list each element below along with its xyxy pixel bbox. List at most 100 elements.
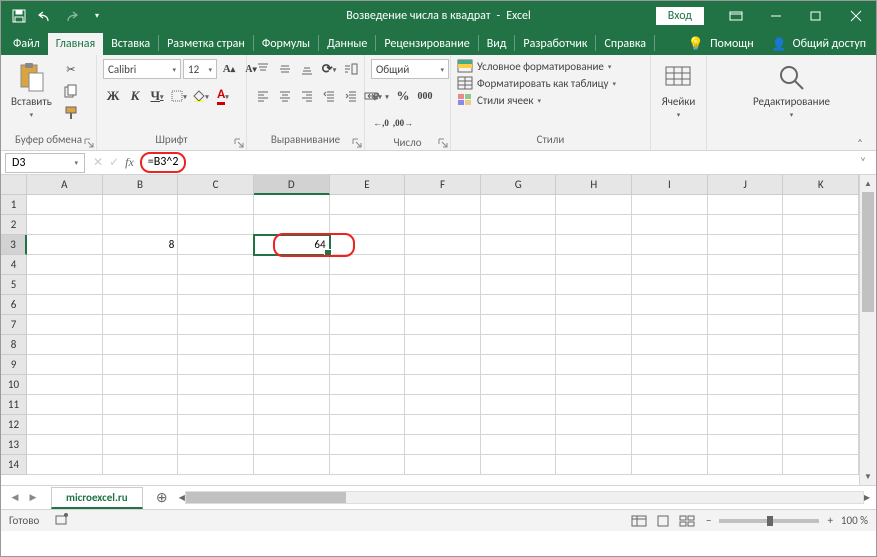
copy-icon[interactable] xyxy=(60,81,82,101)
cell-D3[interactable]: 64 xyxy=(254,235,330,255)
cell-E6[interactable] xyxy=(330,295,406,315)
decrease-decimal-icon[interactable]: ,00→ xyxy=(393,113,413,133)
align-right-icon[interactable] xyxy=(297,86,317,106)
qat-customize-icon[interactable]: ▾ xyxy=(85,4,109,28)
tab-data[interactable]: Данные xyxy=(319,33,375,55)
row-header[interactable]: 9 xyxy=(1,355,27,375)
tab-formulas[interactable]: Формулы xyxy=(254,33,318,55)
tell-me[interactable]: Помощн xyxy=(708,33,756,55)
cell-H9[interactable] xyxy=(556,355,632,375)
cell-C9[interactable] xyxy=(178,355,254,375)
cell-J12[interactable] xyxy=(708,415,784,435)
cell-B7[interactable] xyxy=(103,315,179,335)
column-header[interactable]: G xyxy=(481,175,557,195)
column-header[interactable]: F xyxy=(405,175,481,195)
font-name-select[interactable]: Calibri▾ xyxy=(103,59,181,79)
cell-H11[interactable] xyxy=(556,395,632,415)
format-as-table-button[interactable]: Форматировать как таблицу▾ xyxy=(457,76,616,90)
cell-E1[interactable] xyxy=(330,195,406,215)
row-header[interactable]: 10 xyxy=(1,375,27,395)
cell-B2[interactable] xyxy=(103,215,179,235)
cell-K9[interactable] xyxy=(783,355,859,375)
page-layout-view-icon[interactable] xyxy=(652,513,674,529)
cell-C8[interactable] xyxy=(178,335,254,355)
vertical-scrollbar[interactable]: ▲ ▼ xyxy=(859,175,876,485)
cell-A12[interactable] xyxy=(27,415,103,435)
cell-J2[interactable] xyxy=(708,215,784,235)
conditional-format-button[interactable]: Условное форматирование▾ xyxy=(457,59,611,73)
cell-J6[interactable] xyxy=(708,295,784,315)
column-header[interactable]: B xyxy=(103,175,179,195)
cell-C7[interactable] xyxy=(178,315,254,335)
dialog-launcher-icon[interactable] xyxy=(438,138,448,148)
cell-A6[interactable] xyxy=(27,295,103,315)
cell-I8[interactable] xyxy=(632,335,708,355)
cell-E4[interactable] xyxy=(330,255,406,275)
cell-D11[interactable] xyxy=(254,395,330,415)
cell-I14[interactable] xyxy=(632,455,708,475)
cell-B8[interactable] xyxy=(103,335,179,355)
cell-F2[interactable] xyxy=(405,215,481,235)
cell-I3[interactable] xyxy=(632,235,708,255)
cell-A1[interactable] xyxy=(27,195,103,215)
cell-I11[interactable] xyxy=(632,395,708,415)
cell-E3[interactable] xyxy=(330,235,406,255)
align-top-icon[interactable] xyxy=(253,59,273,79)
cell-B3[interactable]: 8 xyxy=(103,235,179,255)
align-middle-icon[interactable] xyxy=(275,59,295,79)
formula-input[interactable]: =B3^2 xyxy=(140,152,187,173)
dialog-launcher-icon[interactable] xyxy=(84,138,94,148)
cell-G3[interactable] xyxy=(481,235,557,255)
sheet-nav-next-icon[interactable]: ▶ xyxy=(25,490,41,506)
cell-K5[interactable] xyxy=(783,275,859,295)
cell-I9[interactable] xyxy=(632,355,708,375)
column-header[interactable]: D xyxy=(254,175,330,195)
cell-K2[interactable] xyxy=(783,215,859,235)
cell-J9[interactable] xyxy=(708,355,784,375)
bold-button[interactable]: Ж xyxy=(103,86,123,106)
cell-H13[interactable] xyxy=(556,435,632,455)
cell-A9[interactable] xyxy=(27,355,103,375)
row-header[interactable]: 6 xyxy=(1,295,27,315)
row-header[interactable]: 2 xyxy=(1,215,27,235)
decrease-indent-icon[interactable] xyxy=(319,86,339,106)
cell-E12[interactable] xyxy=(330,415,406,435)
cell-D2[interactable] xyxy=(254,215,330,235)
cell-C10[interactable] xyxy=(178,375,254,395)
cell-E5[interactable] xyxy=(330,275,406,295)
cell-H14[interactable] xyxy=(556,455,632,475)
cell-C5[interactable] xyxy=(178,275,254,295)
cell-C2[interactable] xyxy=(178,215,254,235)
cell-C11[interactable] xyxy=(178,395,254,415)
cell-K11[interactable] xyxy=(783,395,859,415)
cell-E11[interactable] xyxy=(330,395,406,415)
cell-J8[interactable] xyxy=(708,335,784,355)
cell-E2[interactable] xyxy=(330,215,406,235)
borders-icon[interactable]: ▾ xyxy=(169,86,189,106)
cell-B5[interactable] xyxy=(103,275,179,295)
cell-J13[interactable] xyxy=(708,435,784,455)
scroll-thumb[interactable] xyxy=(186,492,346,503)
normal-view-icon[interactable] xyxy=(628,513,650,529)
cell-F12[interactable] xyxy=(405,415,481,435)
tab-developer[interactable]: Разработчик xyxy=(515,33,595,55)
cell-D9[interactable] xyxy=(254,355,330,375)
share-button[interactable]: Общий доступ xyxy=(791,33,868,55)
dialog-launcher-icon[interactable] xyxy=(234,138,244,148)
cell-J3[interactable] xyxy=(708,235,784,255)
cell-K4[interactable] xyxy=(783,255,859,275)
page-break-view-icon[interactable] xyxy=(676,513,698,529)
cell-K8[interactable] xyxy=(783,335,859,355)
cell-H5[interactable] xyxy=(556,275,632,295)
minimize-icon[interactable] xyxy=(756,1,796,30)
cell-I13[interactable] xyxy=(632,435,708,455)
cell-J1[interactable] xyxy=(708,195,784,215)
cell-J4[interactable] xyxy=(708,255,784,275)
cell-G6[interactable] xyxy=(481,295,557,315)
cell-C12[interactable] xyxy=(178,415,254,435)
font-size-select[interactable]: 12▾ xyxy=(183,59,217,79)
orientation-icon[interactable]: ⟳▾ xyxy=(319,59,339,79)
cell-H10[interactable] xyxy=(556,375,632,395)
cell-K13[interactable] xyxy=(783,435,859,455)
column-header[interactable]: E xyxy=(330,175,406,195)
